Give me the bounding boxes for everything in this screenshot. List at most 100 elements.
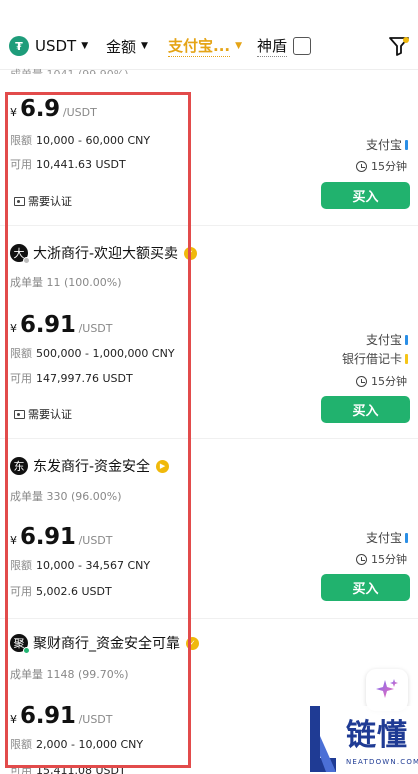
available-line: 可用 5,002.6 USDT [10,583,112,599]
online-status-dot [23,647,30,654]
trades-value: 11 (100.00%) [46,276,122,289]
trades-value: 1148 (99.70%) [46,668,129,681]
available-value: 10,441.63 USDT [36,158,126,171]
filter-funnel-icon[interactable] [388,36,410,56]
trades-line: 成单量 11 (100.00%) [10,274,122,290]
listing-card: ¥ 6.9 /USDT 限额 10,000 - 60,000 CNY 可用 10,4… [0,74,418,226]
ai-assistant-button[interactable] [366,669,408,711]
shield-filter[interactable]: 神盾 [257,34,312,58]
verification-label: 需要认证 [28,408,72,421]
available-value: 15,411.08 USDT [36,764,126,774]
available-line: 可用 147,997.76 USDT [10,370,133,386]
limit-line: 限额 10,000 - 60,000 CNY [10,132,150,148]
payment-method-label: 支付宝 [365,531,402,545]
price-value: 6.91 [20,524,76,550]
shield-checkbox[interactable] [293,37,312,55]
buy-button[interactable]: 买入 [321,182,410,209]
caret-down-icon: ▼ [141,41,148,51]
timer-label: 15分钟 [371,160,407,173]
payment-selector[interactable]: 支付宝... ▼ [168,34,242,58]
limit-key: 限额 [10,738,32,751]
merchant-avatar: 聚 [10,634,30,654]
clock-icon [356,553,367,565]
payment-timer: 15分钟 [356,158,407,174]
listing-card: 东 东发商行-资金安全 ▶ 成单量 330 (96.00%) ¥ 6.91 /U… [0,439,418,619]
available-key: 可用 [10,585,32,598]
available-value: 147,997.76 USDT [36,372,133,385]
payment-label: 支付宝... [168,37,231,57]
alipay-marker [405,532,408,543]
price-unit: /USDT [78,534,113,547]
verified-merchant-icon: ▶ [156,459,170,473]
merchant-name[interactable]: 大 大浙商行-欢迎大额买卖 ✓ [10,243,198,264]
watermark-subtext: NEATDOWN.COM [346,758,418,766]
limit-line: 限额 2,000 - 10,000 CNY [10,736,143,752]
caret-down-icon: ▼ [81,41,89,51]
merchant-label: 东发商行-资金安全 [33,459,151,475]
amount-selector[interactable]: 金额 ▼ [106,34,148,58]
limit-value: 10,000 - 60,000 CNY [36,134,151,147]
price-value: 6.91 [20,703,76,729]
site-watermark: 链懂 NEATDOWN.COM [304,706,418,774]
available-line: 可用 10,441.63 USDT [10,156,126,172]
listing-card: 大 大浙商行-欢迎大额买卖 ✓ 成单量 11 (100.00%) ¥ 6.91 … [0,226,418,439]
caret-down-icon: ▼ [235,41,243,51]
payment-timer: 15分钟 [356,373,407,389]
trades-line: 成单量 330 (96.00%) [10,488,122,504]
trades-key: 成单量 [10,668,43,681]
price-value: 6.9 [20,96,60,122]
merchant-name[interactable]: 东 东发商行-资金安全 ▶ [10,456,170,476]
timer-label: 15分钟 [371,375,407,388]
price-row: ¥ 6.91 /USDT [10,703,113,729]
payment-method: 支付宝 [366,136,408,153]
price-unit: /USDT [62,106,97,119]
buy-button[interactable]: 买入 [321,574,410,601]
available-line: 可用 15,411.08 USDT [10,762,126,774]
price-row: ¥ 6.91 /USDT [10,524,113,550]
payment-method-label: 支付宝 [365,333,402,347]
verification-badge: 需要认证 [14,406,72,422]
merchant-label: 聚财商行_资金安全可靠 [33,636,180,652]
price-row: ¥ 6.91 /USDT [10,312,113,338]
limit-key: 限额 [10,347,32,360]
available-key: 可用 [10,764,32,774]
coin-selector[interactable]: ₮ USDT ▼ [9,34,88,58]
payment-timer: 15分钟 [356,551,407,567]
payment-method: 银行借记卡 [342,350,408,367]
cutoff-trades-text: 成单量 1041 (99.90%) [10,66,129,74]
verified-merchant-icon: ✓ [184,246,198,260]
alipay-marker [405,334,408,345]
price-value: 6.91 [20,312,76,338]
trades-key: 成单量 [10,276,43,289]
coin-label: USDT [35,37,77,55]
status-dot [23,257,30,264]
merchant-avatar: 大 [10,244,30,264]
limit-key: 限额 [10,134,32,147]
bank-card-marker [405,353,408,364]
limit-value: 500,000 - 1,000,000 CNY [36,347,175,360]
amount-label: 金额 [106,37,137,56]
limit-line: 限额 10,000 - 34,567 CNY [10,557,150,573]
watermark-logo-icon [310,706,336,772]
available-key: 可用 [10,372,32,385]
sparkle-icon [376,679,398,698]
limit-line: 限额 500,000 - 1,000,000 CNY [10,345,175,361]
payment-method: 支付宝 [366,529,408,546]
currency-symbol: ¥ [10,322,17,335]
merchant-label: 大浙商行-欢迎大额买卖 [33,246,179,262]
trades-value: 330 (96.00%) [46,490,122,503]
buy-button[interactable]: 买入 [321,396,410,423]
merchant-name[interactable]: 聚 聚财商行_资金安全可靠 ✓ [10,633,199,654]
price-unit: /USDT [78,322,113,335]
merchant-avatar: 东 [10,457,28,475]
currency-symbol: ¥ [10,106,17,119]
alipay-marker [405,139,408,150]
verification-label: 需要认证 [28,195,72,208]
limit-value: 10,000 - 34,567 CNY [36,559,151,572]
limit-key: 限额 [10,559,32,572]
id-card-icon [14,196,25,206]
verified-merchant-icon: ✓ [186,636,199,650]
shield-label: 神盾 [257,37,288,57]
id-card-icon [14,409,25,419]
payment-method-label: 银行借记卡 [341,352,402,366]
